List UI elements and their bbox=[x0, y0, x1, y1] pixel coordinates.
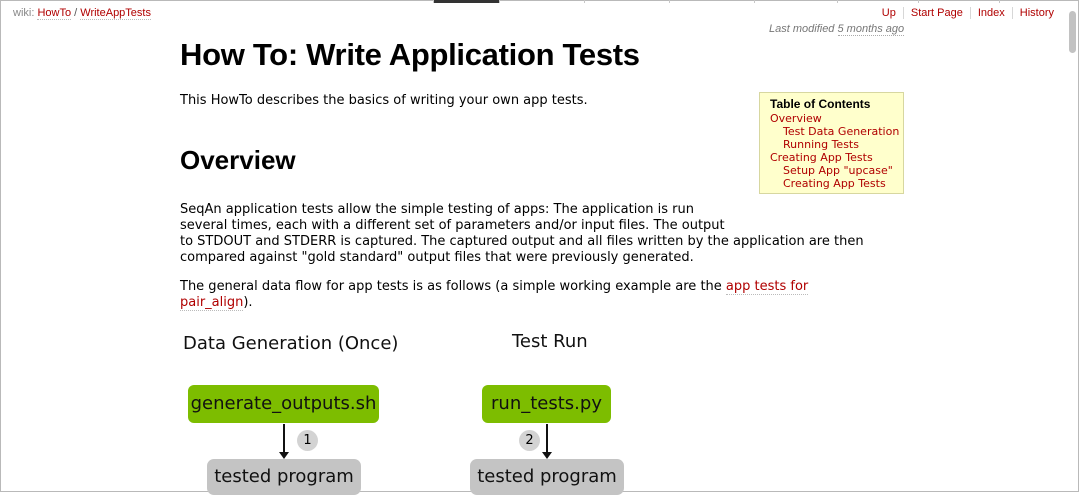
overview-line: compared against "gold standard" output … bbox=[180, 250, 694, 265]
run-tests-box: run_tests.py bbox=[482, 385, 611, 423]
diagram-left-title: Data Generation (Once) bbox=[183, 333, 399, 354]
overview-line: several times, each with a different set… bbox=[180, 218, 725, 233]
toc-item-overview[interactable]: Overview bbox=[770, 112, 898, 125]
toc-item-creating-app-tests-sub[interactable]: Creating App Tests bbox=[770, 177, 898, 190]
overview-paragraph: SeqAn application tests allow the simple… bbox=[180, 202, 864, 266]
page-title: How To: Write Application Tests bbox=[180, 37, 640, 72]
up-link[interactable]: Up bbox=[875, 7, 903, 19]
vertical-scrollbar[interactable] bbox=[1069, 8, 1076, 484]
table-of-contents: Table of Contents Overview Test Data Gen… bbox=[759, 92, 904, 194]
toc-item-running-tests[interactable]: Running Tests bbox=[770, 138, 898, 151]
breadcrumb: wiki: HowTo / WriteAppTests bbox=[13, 7, 151, 20]
last-modified-prefix: Last modified bbox=[769, 23, 835, 35]
overview-heading: Overview bbox=[180, 145, 296, 175]
last-modified: Last modified 5 months ago bbox=[769, 23, 905, 36]
meta-nav: Up Start Page Index History bbox=[875, 7, 1061, 19]
last-modified-ago[interactable]: 5 months ago bbox=[837, 23, 905, 36]
pair-align-link[interactable]: pair_align bbox=[180, 295, 244, 311]
tab-strip bbox=[0, 0, 1065, 3]
breadcrumb-separator: / bbox=[74, 7, 78, 19]
toc-item-setup-app-upcase[interactable]: Setup App "upcase" bbox=[770, 164, 898, 177]
start-page-link[interactable]: Start Page bbox=[902, 7, 970, 19]
overview-line: SeqAn application tests allow the simple… bbox=[180, 202, 695, 217]
step-two-badge: 2 bbox=[519, 430, 540, 451]
breadcrumb-writeapptests-link[interactable]: WriteAppTests bbox=[80, 7, 151, 20]
overview-line: to STDOUT and STDERR is captured. The ca… bbox=[180, 234, 864, 249]
generate-outputs-box: generate_outputs.sh bbox=[188, 385, 379, 423]
breadcrumb-label: wiki: bbox=[13, 7, 35, 19]
data-flow-text-end: ). bbox=[243, 295, 253, 310]
breadcrumb-howto-link[interactable]: HowTo bbox=[37, 7, 72, 20]
toc-item-test-data-generation[interactable]: Test Data Generation bbox=[770, 125, 899, 138]
index-link[interactable]: Index bbox=[969, 7, 1012, 19]
intro-paragraph: This HowTo describes the basics of writi… bbox=[180, 93, 588, 108]
app-tests-link[interactable]: app tests for bbox=[725, 279, 809, 295]
toc-item-creating-app-tests[interactable]: Creating App Tests bbox=[770, 151, 898, 164]
step-one-badge: 1 bbox=[297, 430, 318, 451]
left-tested-program-box: tested program bbox=[207, 459, 361, 495]
history-link[interactable]: History bbox=[1011, 7, 1061, 19]
diagram-right-title: Test Run bbox=[512, 331, 588, 352]
right-flow-arrow bbox=[542, 424, 552, 459]
scrollbar-thumb[interactable] bbox=[1069, 11, 1076, 53]
data-flow-text: The general data flow for app tests is a… bbox=[180, 279, 726, 294]
right-tested-program-box: tested program bbox=[470, 459, 624, 495]
left-flow-arrow bbox=[279, 424, 289, 459]
toc-title: Table of Contents bbox=[770, 97, 871, 111]
data-flow-paragraph: The general data flow for app tests is a… bbox=[180, 279, 809, 311]
